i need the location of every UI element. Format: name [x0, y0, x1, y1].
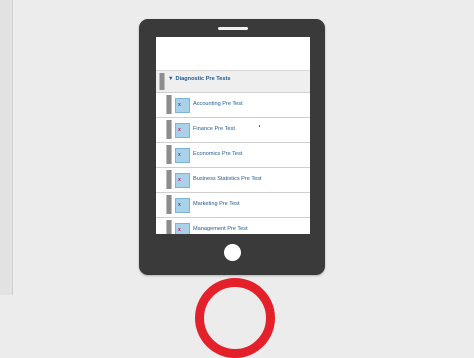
caret-down-icon[interactable]: ▼: [168, 76, 174, 82]
drag-handle-icon[interactable]: [166, 120, 172, 139]
section-title-text: Diagnostic Pre Tests: [175, 76, 231, 82]
file-icon: x: [175, 223, 190, 234]
item-link[interactable]: Accounting Pre Test: [193, 101, 243, 107]
drag-handle-icon[interactable]: [166, 220, 172, 234]
screen-top-bar: [156, 37, 310, 71]
item-link[interactable]: Business Statistics Pre Test: [193, 176, 262, 182]
list-item[interactable]: x Accounting Pre Test: [156, 93, 310, 118]
item-link[interactable]: Finance Pre Test: [193, 126, 235, 132]
list-item[interactable]: x Business Statistics Pre Test: [156, 168, 310, 193]
file-icon: x: [175, 123, 190, 138]
tablet-device: ▼ Diagnostic Pre Tests x Accounting Pre T…: [139, 19, 325, 275]
tablet-screen: ▼ Diagnostic Pre Tests x Accounting Pre T…: [156, 37, 310, 234]
text-cursor: [259, 125, 260, 127]
file-icon: x: [175, 148, 190, 163]
drag-handle-icon[interactable]: [166, 95, 172, 114]
list-item[interactable]: x Finance Pre Test: [156, 118, 310, 143]
file-icon: x: [175, 173, 190, 188]
list-item[interactable]: x Marketing Pre Test: [156, 193, 310, 218]
list-item[interactable]: x Economics Pre Test: [156, 143, 310, 168]
drag-handle-icon[interactable]: [159, 73, 165, 90]
left-edge-strip: [0, 0, 13, 295]
tablet-speaker: [218, 27, 248, 30]
list-item[interactable]: x Management Pre Test: [156, 218, 310, 234]
section-title[interactable]: ▼ Diagnostic Pre Tests: [168, 76, 230, 82]
red-circle-graphic: [195, 278, 275, 358]
file-icon: x: [175, 98, 190, 113]
drag-handle-icon[interactable]: [166, 170, 172, 189]
drag-handle-icon[interactable]: [166, 195, 172, 214]
drag-handle-icon[interactable]: [166, 145, 172, 164]
item-link[interactable]: Economics Pre Test: [193, 151, 242, 157]
item-link[interactable]: Marketing Pre Test: [193, 201, 240, 207]
section-header-diagnostic-pre-tests[interactable]: ▼ Diagnostic Pre Tests: [156, 71, 310, 93]
file-icon: x: [175, 198, 190, 213]
home-button[interactable]: [224, 244, 241, 261]
item-link[interactable]: Management Pre Test: [193, 226, 248, 232]
